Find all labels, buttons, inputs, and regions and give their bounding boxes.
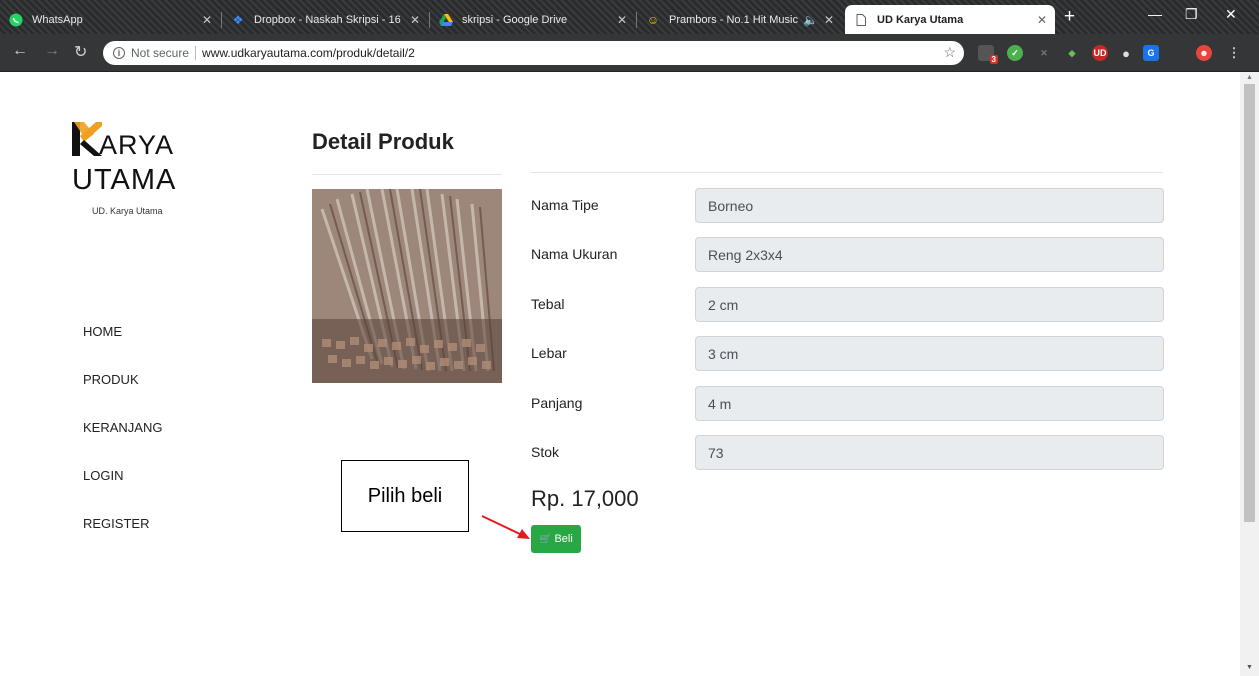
new-tab-button[interactable]: + [1064,6,1075,28]
nav-item-produk[interactable]: PRODUK [83,372,162,420]
field-nama-tipe: Nama Tipe [531,188,1164,223]
logo-text-arya: ARYA [99,130,175,160]
translate-icon[interactable]: G [1143,45,1159,61]
google-drive-icon [438,12,454,28]
field-label: Nama Tipe [531,197,599,213]
browser-tab-google-drive[interactable]: skripsi - Google Drive ✕ [430,5,635,34]
restore-icon[interactable]: ❐ [1185,6,1198,23]
lebar-field[interactable] [695,336,1164,371]
bookmark-star-icon[interactable]: ☆ [943,44,956,61]
page-scrollbar[interactable]: ▲ ▼ [1240,72,1259,676]
field-panjang: Panjang [531,386,1164,421]
extension-badge: 3 [989,55,998,64]
panjang-field[interactable] [695,386,1164,421]
logo-text-utama: UTAMA [72,164,177,196]
field-label: Stok [531,444,560,460]
info-icon[interactable]: i [113,47,125,59]
nav-item-keranjang[interactable]: KERANJANG [83,420,162,468]
whatsapp-icon [8,12,24,28]
nama-tipe-field[interactable] [695,188,1164,223]
back-icon[interactable]: ← [12,42,28,60]
nav-item-home[interactable]: HOME [83,324,162,372]
leaf-extension-icon[interactable]: ◆ [1064,45,1080,61]
field-label: Panjang [531,395,583,411]
prambors-icon: ☺ [646,12,660,27]
ublock-icon[interactable]: UD [1092,45,1108,61]
forward-icon[interactable]: → [44,42,60,60]
browser-tab-prambors[interactable]: ☺ Prambors - No.1 Hit Music 🔈 ✕ [637,5,842,34]
field-label: Tebal [531,296,565,312]
divider [312,174,502,175]
annotation-text: Pilih beli [367,484,443,507]
field-stok: Stok [531,435,1164,470]
field-label: Lebar [531,345,567,361]
product-image [312,189,502,383]
nav-item-register[interactable]: REGISTER [83,516,162,564]
page-title: Detail Produk [312,129,454,154]
page-icon [853,12,869,28]
divider [530,172,1163,173]
cart-icon: 🛒 [539,533,552,545]
logo-k-mark [72,122,102,156]
field-nama-ukuran: Nama Ukuran [531,237,1164,272]
dropbox-icon: ❖ [232,12,244,27]
browser-tab-bar: WhatsApp ✕ ❖ Dropbox - Naskah Skripsi - … [0,0,1259,34]
field-tebal: Tebal [531,287,1164,322]
omnibox-separator [195,46,197,60]
annotation-arrow [481,515,530,539]
product-price: Rp. 17,000 [531,486,639,511]
page-content: ARYA UTAMA UD. Karya Utama HOME PRODUK K… [0,72,1240,676]
tebal-field[interactable] [695,287,1164,322]
field-lebar: Lebar [531,336,1164,371]
close-window-icon[interactable]: ✕ [1225,6,1237,23]
avatar[interactable]: ☻ [1196,45,1212,61]
scrollbar-thumb[interactable] [1244,84,1255,522]
shield-icon[interactable]: ✓ [1007,45,1023,61]
address-bar[interactable]: i Not secure www.udkaryautama.com/produk… [103,41,964,65]
close-icon[interactable]: ✕ [1037,13,1047,27]
stok-field[interactable] [695,435,1164,470]
nama-ukuran-field[interactable] [695,237,1164,272]
x-extension-icon[interactable]: ✕ [1036,45,1052,61]
reload-icon[interactable]: ↻ [74,42,87,62]
minimize-icon[interactable]: — [1148,6,1162,22]
browser-tab-dropbox[interactable]: ❖ Dropbox - Naskah Skripsi - 16 ✕ [222,5,428,34]
field-label: Nama Ukuran [531,246,618,262]
security-status: Not secure [131,46,190,60]
logo-subtitle: UD. Karya Utama [92,206,163,216]
circle-extension-icon[interactable]: ● [1118,45,1134,61]
scroll-down-icon[interactable]: ▼ [1246,664,1253,671]
menu-dots-icon[interactable]: ⋮ [1226,45,1242,61]
annotation-callout: Pilih beli [341,460,469,532]
browser-tab-karya-utama[interactable]: UD Karya Utama ✕ [845,5,1055,34]
buy-button-label: Beli [554,533,573,545]
nav-item-login[interactable]: LOGIN [83,468,162,516]
close-icon[interactable]: ✕ [410,13,420,27]
speaker-icon[interactable]: 🔈 [803,13,818,27]
scroll-up-icon[interactable]: ▲ [1246,74,1253,81]
close-icon[interactable]: ✕ [202,13,212,27]
close-icon[interactable]: ✕ [617,13,627,27]
close-icon[interactable]: ✕ [824,13,834,27]
extension-icon[interactable]: 3 [978,45,998,64]
browser-tab-whatsapp[interactable]: WhatsApp ✕ [0,5,220,34]
sidebar-nav: HOME PRODUK KERANJANG LOGIN REGISTER [83,324,162,564]
url-text[interactable]: www.udkaryautama.com/produk/detail/2 [202,46,415,60]
